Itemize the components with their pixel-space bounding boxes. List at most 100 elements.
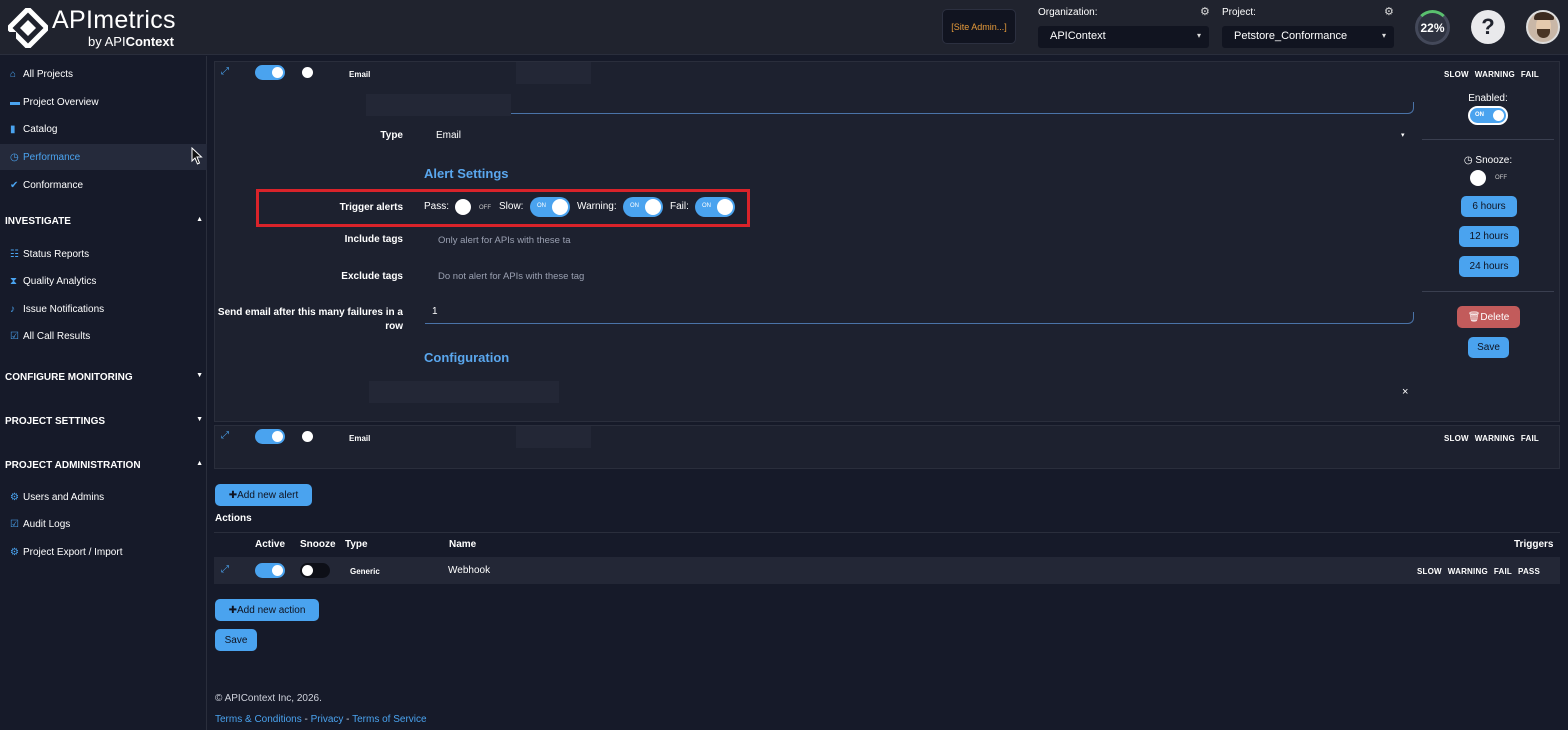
- sidebar-item-performance[interactable]: ◷ Performance: [0, 144, 207, 170]
- chevron-down-icon: ▾: [1381, 31, 1386, 40]
- trigger-warning: WARNING: [1474, 434, 1515, 443]
- caret-down-icon: ▼: [196, 416, 203, 423]
- include-tags-label: Include tags: [344, 234, 403, 245]
- exclude-tags-input[interactable]: Do not alert for APIs with these tag: [438, 271, 584, 282]
- sidebar-item-all-call-results[interactable]: ☑ All Call Results: [0, 323, 207, 349]
- book-icon: ▮: [10, 123, 16, 135]
- divider: [1422, 139, 1554, 140]
- trigger-slow: SLOW: [1444, 434, 1469, 443]
- enabled-toggle[interactable]: [1468, 106, 1508, 125]
- section-configure-monitoring[interactable]: CONFIGURE MONITORING ▼: [5, 372, 203, 383]
- sidebar-item-quality-analytics[interactable]: ⧗ Quality Analytics: [0, 268, 207, 294]
- trigger-fail: FAIL: [1520, 434, 1540, 443]
- pass-toggle[interactable]: [455, 199, 471, 215]
- alert-name-field[interactable]: [516, 426, 591, 448]
- action-type: Generic: [350, 567, 380, 576]
- avatar-hair: [1534, 12, 1554, 20]
- sidebar-item-users-and-admins[interactable]: ⚙ Users and Admins: [0, 484, 207, 510]
- add-new-action-button[interactable]: ✚ Add new action: [215, 599, 319, 621]
- action-snooze-toggle[interactable]: [300, 563, 330, 578]
- snooze-12h-button[interactable]: 12 hours: [1459, 226, 1519, 247]
- brand-name[interactable]: APImetrics: [52, 6, 176, 35]
- privacy-link[interactable]: Privacy: [311, 714, 344, 725]
- sidebar-item-all-projects[interactable]: ⌂ All Projects: [0, 61, 207, 87]
- failures-input-underline[interactable]: [425, 312, 1414, 324]
- section-heading: PROJECT ADMINISTRATION: [5, 460, 141, 471]
- configuration-field[interactable]: [369, 381, 559, 403]
- project-select[interactable]: Petstore_Conformance ▾: [1222, 26, 1394, 48]
- enabled-label: Enabled:: [1468, 93, 1508, 104]
- alert-redacted-field[interactable]: [366, 94, 511, 116]
- sidebar-item-conformance[interactable]: ✔ Conformance: [0, 172, 207, 198]
- alert-type-pill: Email: [349, 70, 371, 79]
- alert-active-toggle[interactable]: [255, 65, 285, 80]
- alert-active-toggle[interactable]: [255, 429, 285, 444]
- warning-toggle[interactable]: ON: [623, 197, 663, 217]
- add-action-label: Add new action: [237, 604, 306, 616]
- col-type: Type: [345, 539, 368, 550]
- enabled-on-text: ON: [1475, 112, 1484, 118]
- trigger-fail: FAIL: [1520, 70, 1540, 79]
- snooze-24h-button[interactable]: 24 hours: [1459, 256, 1519, 277]
- section-project-settings[interactable]: PROJECT SETTINGS ▼: [5, 416, 203, 427]
- expand-icon[interactable]: ⤢: [221, 564, 229, 575]
- alert-destination-input[interactable]: [511, 102, 1414, 114]
- alert-name-field[interactable]: [516, 62, 591, 84]
- fail-toggle[interactable]: ON: [695, 197, 735, 217]
- home-icon: ⌂: [10, 68, 17, 80]
- sidebar-item-label: Audit Logs: [23, 518, 71, 530]
- sidebar-item-label: Performance: [23, 151, 81, 163]
- trigger-warning: WARNING: [1474, 70, 1515, 79]
- section-heading: INVESTIGATE: [5, 216, 71, 227]
- sidebar-item-catalog[interactable]: ▮ Catalog: [0, 116, 207, 142]
- section-investigate[interactable]: INVESTIGATE ▲: [5, 216, 203, 227]
- clock-icon: ◷: [1463, 155, 1476, 166]
- check-icon: ✔: [10, 179, 19, 191]
- clear-icon[interactable]: ×: [1402, 386, 1408, 398]
- sidebar-item-issue-notifications[interactable]: ♪ Issue Notifications: [0, 296, 207, 322]
- terms-of-service-link[interactable]: Terms of Service: [352, 714, 426, 725]
- caret-up-icon: ▲: [196, 460, 203, 467]
- quota-progress-ring[interactable]: 22%: [1415, 10, 1450, 45]
- sidebar-item-status-reports[interactable]: ☷ Status Reports: [0, 241, 207, 267]
- save-alert-button[interactable]: Save: [1468, 337, 1509, 358]
- section-project-administration[interactable]: PROJECT ADMINISTRATION ▲: [5, 460, 203, 471]
- help-icon[interactable]: ?: [1471, 10, 1505, 44]
- terms-conditions-link[interactable]: Terms & Conditions: [215, 714, 302, 725]
- expand-icon[interactable]: ⤢: [221, 66, 229, 77]
- apimetrics-logo-icon[interactable]: [8, 8, 48, 48]
- chevron-down-icon[interactable]: ▾: [1401, 131, 1405, 139]
- slow-toggle[interactable]: ON: [530, 197, 570, 217]
- snooze-toggle[interactable]: [1470, 170, 1486, 186]
- delete-alert-button[interactable]: 🗑 Delete: [1457, 306, 1520, 328]
- chevron-down-icon: ▾: [1196, 31, 1201, 40]
- site-admin-button[interactable]: [Site Admin...]: [942, 9, 1016, 44]
- include-tags-input[interactable]: Only alert for APIs with these ta: [438, 235, 571, 246]
- table-row[interactable]: ⤢ Generic Webhook SLOW WARNING FAIL PASS: [214, 557, 1560, 584]
- action-active-toggle[interactable]: [255, 563, 285, 578]
- alert-snooze-toggle[interactable]: [302, 67, 313, 78]
- copyright: © APIContext Inc, 2026.: [215, 693, 322, 704]
- org-settings-gear-icon[interactable]: ⚙: [1200, 5, 1210, 18]
- save-button[interactable]: Save: [215, 629, 257, 651]
- sidebar-item-project-overview[interactable]: ▬ Project Overview: [0, 89, 207, 115]
- action-name[interactable]: Webhook: [448, 565, 490, 576]
- sidebar-item-audit-logs[interactable]: ☑ Audit Logs: [0, 511, 207, 537]
- sidebar-item-label: All Call Results: [23, 330, 91, 342]
- alert-snooze-toggle[interactable]: [302, 431, 313, 442]
- type-select-value[interactable]: Email: [436, 130, 461, 141]
- user-avatar[interactable]: [1526, 10, 1560, 44]
- project-settings-gear-icon[interactable]: ⚙: [1384, 5, 1394, 18]
- caret-down-icon: ▼: [196, 372, 203, 379]
- expand-icon[interactable]: ⤢: [221, 430, 229, 441]
- snooze-6h-button[interactable]: 6 hours: [1461, 196, 1517, 217]
- sidebar-item-project-export-import[interactable]: ⚙ Project Export / Import: [0, 539, 207, 565]
- trigger-slow: SLOW: [1444, 70, 1469, 79]
- organization-select[interactable]: APIContext ▾: [1038, 26, 1209, 48]
- project-value: Petstore_Conformance: [1234, 30, 1348, 42]
- col-name: Name: [449, 539, 477, 550]
- mouse-cursor-icon: [191, 147, 203, 165]
- col-snooze: Snooze: [300, 539, 336, 550]
- add-new-alert-button[interactable]: ✚ Add new alert: [215, 484, 312, 506]
- footer-links: Terms & Conditions - Privacy - Terms of …: [215, 714, 427, 725]
